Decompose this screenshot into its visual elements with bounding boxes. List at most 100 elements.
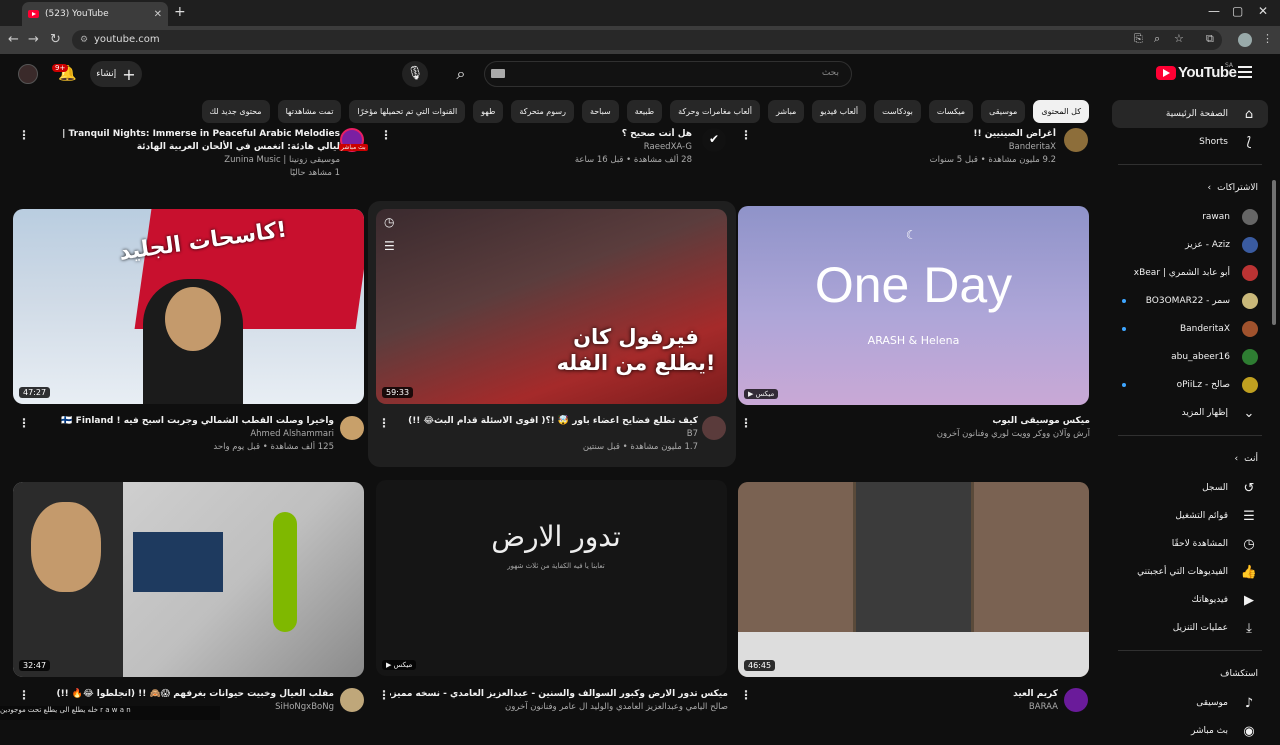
chip[interactable]: ميكسات xyxy=(928,100,974,123)
chip[interactable]: رسوم متحركة xyxy=(511,100,574,123)
video-meta[interactable]: كريم العيد BARAA xyxy=(768,688,1058,714)
chip[interactable]: سباحة xyxy=(581,100,619,123)
microphone-icon[interactable]: 🎙 xyxy=(402,61,428,87)
chip[interactable]: طبيعة xyxy=(626,100,663,123)
close-tab-icon[interactable]: ✕ xyxy=(154,9,162,20)
forward-icon[interactable]: → xyxy=(28,32,39,47)
search-icon[interactable]: ⌕ xyxy=(446,61,476,87)
video-title[interactable]: كريم العيد xyxy=(768,688,1058,701)
extensions-icon[interactable]: ⧉ xyxy=(1206,32,1214,46)
chip[interactable]: بودكاست xyxy=(874,100,921,123)
sidebar-item-clock[interactable]: ◷ المشاهدة لاحقًا xyxy=(1112,530,1268,558)
more-actions-icon[interactable]: ⋮ xyxy=(380,128,392,142)
video-thumbnail[interactable]: تدور الارض تعابنا يا فيه الكفاية من ثلاث… xyxy=(376,480,727,676)
keyboard-icon[interactable] xyxy=(491,69,505,78)
video-title[interactable]: Tranquil Nights: Immerse in Peaceful Ara… xyxy=(44,128,340,154)
more-actions-icon[interactable]: ⋮ xyxy=(378,416,390,430)
you-header[interactable]: أنت › xyxy=(1112,444,1268,474)
sidebar-item-playlists[interactable]: ☰ قوائم التشغيل xyxy=(1112,502,1268,530)
more-actions-icon[interactable]: ⋮ xyxy=(740,688,752,702)
zoom-icon[interactable]: ⌕ xyxy=(1154,32,1160,46)
account-avatar[interactable] xyxy=(18,64,38,84)
video-thumbnail[interactable]: كاسحات الجليد! 47:27 xyxy=(13,209,364,404)
channel-name[interactable]: Ahmed Alshammari xyxy=(44,428,334,441)
browser-menu-icon[interactable]: ⋮ xyxy=(1262,32,1273,45)
more-actions-icon[interactable]: ⋮ xyxy=(18,688,30,702)
video-thumbnail[interactable]: 32:47 xyxy=(13,482,364,677)
sidebar-item-download[interactable]: ⤓ عمليات التنزيل xyxy=(1112,614,1268,642)
video-title[interactable]: ميكس موسيقى البوب xyxy=(768,415,1090,428)
close-window-icon[interactable]: ✕ xyxy=(1258,4,1268,18)
video-meta[interactable]: كيف تطلع فضايح اعضاء باور 🤯 !؟( اقوى الا… xyxy=(390,415,698,454)
sidebar-item-home[interactable]: ⌂ الصفحة الرئيسية xyxy=(1112,100,1268,128)
reload-icon[interactable]: ↻ xyxy=(50,32,61,47)
site-info-icon[interactable]: ⚙ xyxy=(80,30,88,50)
channel-name[interactable]: آرش وآلان ووكر وويت لوري وفنانون آخرون xyxy=(768,428,1090,441)
sidebar-item-shorts[interactable]: ⟆ Shorts xyxy=(1112,128,1268,156)
install-app-icon[interactable]: ⎘ xyxy=(1134,32,1143,46)
video-meta-top-3[interactable]: أغراض الصينيين !! BanderitaX 9.2 مليون م… xyxy=(780,128,1056,167)
sidebar-item-live[interactable]: ◉ بث مباشر xyxy=(1112,717,1268,745)
channel-name[interactable]: صالح اليامي وعبدالعزيز العامدي والوليد ا… xyxy=(390,701,728,714)
chip[interactable]: ألعاب مغامرات وحركة xyxy=(670,100,761,123)
new-tab-icon[interactable]: + xyxy=(174,4,186,20)
url-field[interactable]: ⚙ youtube.com xyxy=(72,30,1222,50)
sidebar-item-music[interactable]: ♪ موسيقى xyxy=(1112,689,1268,717)
more-actions-icon[interactable]: ⋮ xyxy=(18,128,30,142)
channel-avatar[interactable] xyxy=(340,416,364,440)
video-meta[interactable]: ميكس موسيقى البوب آرش وآلان ووكر وويت لو… xyxy=(768,415,1090,441)
sidebar-item-subscription[interactable]: rawan xyxy=(1112,203,1268,231)
sidebar-item-subscription[interactable]: abu_abeer16 xyxy=(1112,343,1268,371)
sidebar-item-history[interactable]: ↺ السجل xyxy=(1112,474,1268,502)
minimize-icon[interactable]: — xyxy=(1208,4,1220,18)
chip[interactable]: مباشر xyxy=(768,100,805,123)
search-input[interactable]: بحث xyxy=(484,61,852,87)
video-title[interactable]: مقلب العيال وخبيت حيوانات بغرفهم 😱🙈 !! (… xyxy=(44,688,334,701)
chip[interactable]: طهو xyxy=(473,100,504,123)
sidebar-item-like[interactable]: 👍 الفيديوهات التي أعجبتني xyxy=(1112,558,1268,586)
chip[interactable]: ألعاب فيديو xyxy=(812,100,867,123)
video-meta[interactable]: ميكس تدور الارض وكبور السوالف والسنين - … xyxy=(390,688,728,714)
video-thumbnail[interactable]: 46:45 xyxy=(738,482,1089,677)
chip[interactable]: القنوات التي تم تحميلها مؤخرًا xyxy=(349,100,466,123)
video-title[interactable]: هل أنت صحيح ؟ xyxy=(420,128,692,141)
video-thumbnail[interactable]: فيرفول كان يطلع من الفله! ◷ ☰ 59:33 xyxy=(376,209,727,404)
profile-avatar[interactable] xyxy=(1238,33,1252,47)
video-title[interactable]: كيف تطلع فضايح اعضاء باور 🤯 !؟( اقوى الا… xyxy=(390,415,698,428)
sidebar-scrollbar[interactable] xyxy=(1272,180,1276,325)
video-title[interactable]: ميكس تدور الارض وكبور السوالف والسنين - … xyxy=(390,688,728,701)
watch-later-icon[interactable]: ◷ xyxy=(384,215,394,229)
add-to-queue-icon[interactable]: ☰ xyxy=(384,239,395,253)
chip[interactable]: تمت مشاهدتها xyxy=(277,100,342,123)
sidebar-item-subscription[interactable]: BanderitaX xyxy=(1112,315,1268,343)
channel-avatar[interactable] xyxy=(1064,688,1088,712)
video-meta-top-2[interactable]: هل أنت صحيح ؟ RaeedXA-G 28 ألف مشاهدة • … xyxy=(420,128,692,167)
channel-name[interactable]: BARAA xyxy=(768,701,1058,714)
video-thumbnail[interactable]: One Day ARASH & Helena ☾ ▶ ميكس xyxy=(738,206,1089,405)
chip[interactable]: موسيقى xyxy=(981,100,1026,123)
video-meta[interactable]: واخيرا وصلت القطب الشمالي وجربت اسبح فيه… xyxy=(44,415,334,454)
more-actions-icon[interactable]: ⋮ xyxy=(18,416,30,430)
channel-avatar[interactable]: ✔ xyxy=(702,128,726,152)
channel-name[interactable]: RaeedXA-G xyxy=(420,141,692,154)
chip[interactable]: محتوى جديد لك xyxy=(201,100,270,123)
video-title[interactable]: أغراض الصينيين !! xyxy=(780,128,1056,141)
show-more-button[interactable]: ⌄ إظهار المزيد xyxy=(1112,399,1268,427)
subscriptions-header[interactable]: الاشتراكات › xyxy=(1112,173,1268,203)
sidebar-item-your-videos[interactable]: ▶ فيديوهاتك xyxy=(1112,586,1268,614)
chip[interactable]: كل المحتوى xyxy=(1033,100,1089,123)
sidebar-item-subscription[interactable]: أبو عابد الشمري | xBear xyxy=(1112,259,1268,287)
browser-tab[interactable]: (523) YouTube ✕ xyxy=(22,2,168,26)
guide-menu-icon[interactable] xyxy=(1238,66,1252,81)
bookmark-star-icon[interactable]: ☆ xyxy=(1174,32,1184,45)
channel-name[interactable]: موسيقى زونينا | Zunina Music xyxy=(44,154,340,167)
youtube-logo[interactable]: YouTube SA xyxy=(1156,62,1237,81)
channel-name[interactable]: BanderitaX xyxy=(780,141,1056,154)
maximize-icon[interactable]: ▢ xyxy=(1232,4,1243,18)
sidebar-item-subscription[interactable]: Aziz - عزيز xyxy=(1112,231,1268,259)
sidebar-item-subscription[interactable]: سمر - BO3OMAR22 xyxy=(1112,287,1268,315)
create-button[interactable]: إنشاء + xyxy=(90,61,142,87)
more-actions-icon[interactable]: ⋮ xyxy=(740,128,752,142)
more-actions-icon[interactable]: ⋮ xyxy=(378,688,390,702)
channel-name[interactable]: B7 xyxy=(390,428,698,441)
